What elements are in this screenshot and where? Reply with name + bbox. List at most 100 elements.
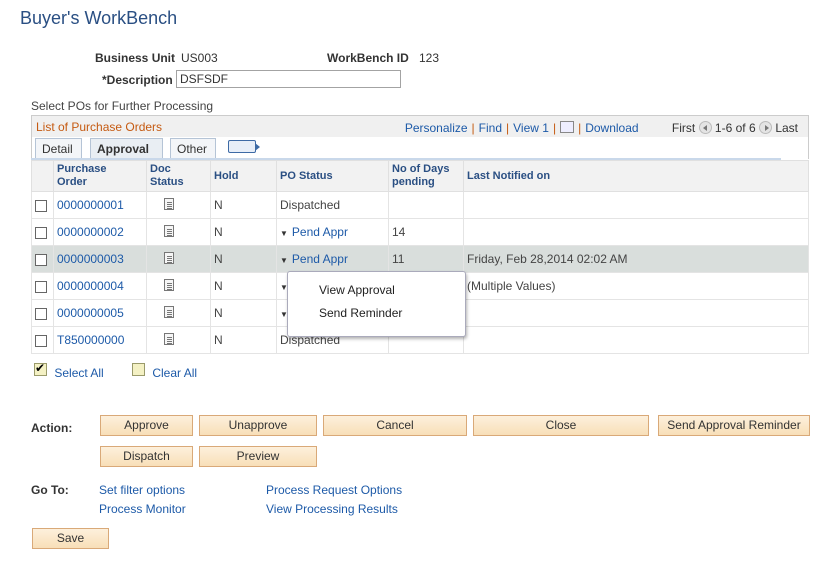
process-request-options-link[interactable]: Process Request Options [266,483,402,497]
clear-all-control[interactable]: Clear All [132,362,197,380]
po-status-popup-menu: View Approval Send Reminder [287,271,466,337]
workbench-id-value: 123 [419,51,440,65]
days-pending-cell: 14 [388,218,464,246]
preview-button[interactable]: Preview [199,446,317,467]
previous-icon[interactable] [698,121,712,134]
send-approval-reminder-button[interactable]: Send Approval Reminder [658,415,810,436]
close-button[interactable]: Close [473,415,649,436]
dropdown-arrow-icon[interactable]: ▼ [280,229,288,238]
last-label: Last [775,121,798,135]
column-header-days-pending[interactable]: No of Days pending [388,160,464,192]
row-select-cell [31,326,54,354]
row-checkbox[interactable] [35,199,47,212]
po-number-link[interactable]: 0000000001 [57,198,124,212]
view-processing-results-link[interactable]: View Processing Results [266,502,398,516]
view-1-link[interactable]: View 1 [513,121,549,135]
po-status-cell: ▼ Pend Appr [276,245,389,273]
hold-cell: N [210,191,277,219]
clear-all-link[interactable]: Clear All [152,366,197,380]
section-label: Select POs for Further Processing [31,99,214,113]
hold-cell: N [210,272,277,300]
dropdown-arrow-icon[interactable]: ▼ [280,256,288,265]
po-number-link[interactable]: 0000000003 [57,252,124,266]
document-icon[interactable] [164,224,174,237]
grid-navigation: Personalize | Find | View 1 | | Download First … [404,121,798,135]
next-icon[interactable] [758,121,772,134]
po-number-link[interactable]: T850000000 [57,333,124,347]
download-link[interactable]: Download [585,121,638,135]
clear-all-checkbox-icon[interactable] [132,363,145,377]
column-header-purchase-order[interactable]: Purchase Order [53,160,147,192]
select-all-checkbox-icon[interactable] [34,361,47,377]
hold-cell: N [210,299,277,327]
cancel-button[interactable]: Cancel [323,415,467,436]
column-header-po-status[interactable]: PO Status [276,160,389,192]
column-header-last-notified[interactable]: Last Notified on [463,160,809,192]
last-notified-cell: Friday, Feb 28,2014 02:02 AM [463,245,809,273]
dispatch-button[interactable]: Dispatch [100,446,193,467]
row-select-cell [31,299,54,327]
description-input[interactable] [176,70,401,88]
doc-status-cell [146,272,211,300]
tab-other[interactable]: Other [170,138,216,159]
last-notified-cell: (Multiple Values) [463,272,809,300]
column-header-hold[interactable]: Hold [210,160,277,192]
doc-status-cell [146,299,211,327]
menu-item-send-reminder[interactable]: Send Reminder [319,306,402,320]
row-checkbox[interactable] [35,253,47,266]
po-number-link[interactable]: 0000000002 [57,225,124,239]
po-number-cell: 0000000005 [53,299,147,327]
po-number-cell: 0000000001 [53,191,147,219]
document-icon[interactable] [164,305,174,318]
doc-status-cell [146,191,211,219]
show-all-columns-icon[interactable] [228,140,260,153]
doc-status-cell [146,245,211,273]
document-icon[interactable] [164,278,174,291]
row-select-cell [31,218,54,246]
po-status-cell: ▼ Pend Appr [276,218,389,246]
row-checkbox[interactable] [35,280,47,293]
document-icon[interactable] [164,332,174,345]
zoom-grid-icon[interactable] [560,121,575,133]
days-pending-cell: 11 [388,245,464,273]
document-icon[interactable] [164,251,174,264]
save-button[interactable]: Save [32,528,109,549]
doc-status-cell [146,326,211,354]
po-number-link[interactable]: 0000000004 [57,279,124,293]
last-notified-cell [463,299,809,327]
tab-detail[interactable]: Detail [35,138,82,159]
description-label: *Description [102,73,173,87]
grid-title-bar: List of Purchase Orders Personalize | Find… [31,115,809,137]
page-title: Buyer's WorkBench [20,8,178,28]
hold-cell: N [210,326,277,354]
menu-item-view-approval[interactable]: View Approval [319,283,395,297]
tab-approval[interactable]: Approval [90,138,163,159]
approve-button[interactable]: Approve [100,415,193,436]
row-range: 1-6 of 6 [714,121,756,135]
days-pending-cell [388,191,464,219]
last-notified-cell [463,191,809,219]
process-monitor-link[interactable]: Process Monitor [99,502,186,516]
table-row: 0000000001 N Dispatched [31,191,809,219]
po-status-link[interactable]: Pend Appr [292,252,348,266]
personalize-link[interactable]: Personalize [405,121,468,135]
last-notified-cell [463,326,809,354]
set-filter-options-link[interactable]: Set filter options [99,483,185,497]
po-number-link[interactable]: 0000000005 [57,306,124,320]
po-number-cell: T850000000 [53,326,147,354]
row-checkbox[interactable] [35,334,47,347]
grid-tabs: Detail Approval Other [31,137,809,159]
column-header-doc-status[interactable]: Doc Status [146,160,211,192]
row-checkbox[interactable] [35,226,47,239]
first-label: First [671,121,696,135]
row-select-cell [31,245,54,273]
document-icon[interactable] [164,197,174,210]
workbench-id-label: WorkBench ID [327,51,409,65]
find-link[interactable]: Find [479,121,502,135]
unapprove-button[interactable]: Unapprove [199,415,317,436]
select-all-link[interactable]: Select All [54,366,103,380]
po-status-link[interactable]: Pend Appr [292,225,348,239]
po-number-cell: 0000000004 [53,272,147,300]
row-checkbox[interactable] [35,307,47,320]
select-all-control[interactable]: Select All [34,361,104,380]
